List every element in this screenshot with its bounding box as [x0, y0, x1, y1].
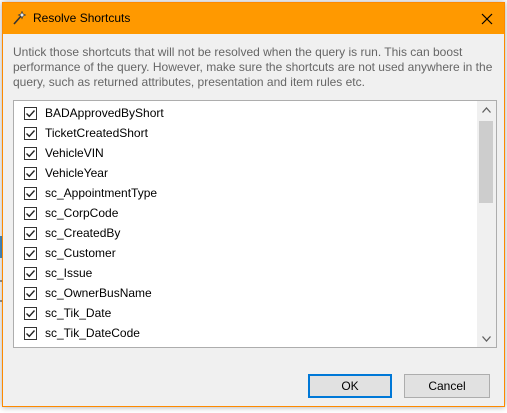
checkbox[interactable] [24, 146, 37, 160]
list-item-label: BADApprovedByShort [45, 106, 164, 120]
checkmark-icon [26, 249, 36, 257]
list-item[interactable]: sc_Tik_DateCode [14, 323, 476, 343]
dialog-title: Resolve Shortcuts [33, 11, 131, 25]
list-item-label: VehicleVIN [45, 146, 104, 160]
wand-icon [12, 10, 27, 25]
list-item[interactable]: sc_CreatedBy [14, 223, 476, 243]
checkmark-icon [26, 189, 36, 197]
checkbox[interactable] [24, 246, 37, 260]
checkmark-icon [26, 229, 36, 237]
scroll-up-button[interactable] [477, 101, 496, 118]
checkbox[interactable] [24, 106, 37, 120]
dialog-titlebar[interactable]: Resolve Shortcuts [3, 3, 504, 34]
list-item-label: sc_CorpCode [45, 206, 119, 220]
close-icon [481, 13, 492, 24]
checkbox[interactable] [24, 226, 37, 240]
chevron-up-icon [482, 106, 491, 113]
dialog-description: Untick those shortcuts that will not be … [13, 45, 493, 89]
checkmark-icon [26, 209, 36, 217]
shortcuts-list-items: BADApprovedByShort TicketCreatedShort Vehi… [14, 103, 476, 343]
list-item-label: sc_Tik_DateCode [45, 326, 140, 340]
chevron-down-icon [482, 335, 491, 342]
ok-button[interactable]: OK [308, 374, 392, 398]
vertical-scrollbar[interactable] [477, 101, 496, 347]
list-item[interactable]: TicketCreatedShort [14, 123, 476, 143]
checkbox[interactable] [24, 286, 37, 300]
checkmark-icon [26, 289, 36, 297]
checkmark-icon [26, 309, 36, 317]
list-item-label: sc_CreatedBy [45, 226, 121, 240]
checkmark-icon [26, 169, 36, 177]
shortcuts-list[interactable]: BADApprovedByShort TicketCreatedShort Vehi… [13, 100, 497, 348]
list-item-label: TicketCreatedShort [45, 126, 148, 140]
list-item[interactable]: VehicleVIN [14, 143, 476, 163]
resolve-shortcuts-dialog: Resolve Shortcuts Untick those shortcuts… [2, 2, 505, 407]
list-item-label: sc_Issue [45, 266, 93, 280]
list-item[interactable]: sc_CorpCode [14, 203, 476, 223]
scroll-down-button[interactable] [477, 330, 496, 347]
checkbox[interactable] [24, 266, 37, 280]
list-item[interactable]: sc_Issue [14, 263, 476, 283]
checkmark-icon [26, 149, 36, 157]
checkbox[interactable] [24, 306, 37, 320]
checkbox[interactable] [24, 186, 37, 200]
list-item[interactable]: sc_Customer [14, 243, 476, 263]
list-item[interactable]: sc_Tik_Date [14, 303, 476, 323]
checkmark-icon [26, 269, 36, 277]
checkbox[interactable] [24, 166, 37, 180]
list-item[interactable]: VehicleYear [14, 163, 476, 183]
scrollbar-thumb[interactable] [479, 121, 493, 203]
list-item-label: sc_OwnerBusName [45, 286, 152, 300]
list-item-label: VehicleYear [45, 166, 108, 180]
list-item-label: sc_Customer [45, 246, 116, 260]
checkmark-icon [26, 129, 36, 137]
list-item-label: sc_AppointmentType [45, 186, 158, 200]
cancel-button[interactable]: Cancel [404, 374, 490, 398]
checkbox[interactable] [24, 126, 37, 140]
checkmark-icon [26, 109, 36, 117]
checkbox[interactable] [24, 326, 37, 340]
checkbox[interactable] [24, 206, 37, 220]
checkmark-icon [26, 329, 36, 337]
list-item-label: sc_Tik_Date [45, 306, 112, 320]
list-item[interactable]: sc_AppointmentType [14, 183, 476, 203]
list-item[interactable]: sc_OwnerBusName [14, 283, 476, 303]
close-button[interactable] [469, 3, 504, 34]
list-item[interactable]: BADApprovedByShort [14, 103, 476, 123]
